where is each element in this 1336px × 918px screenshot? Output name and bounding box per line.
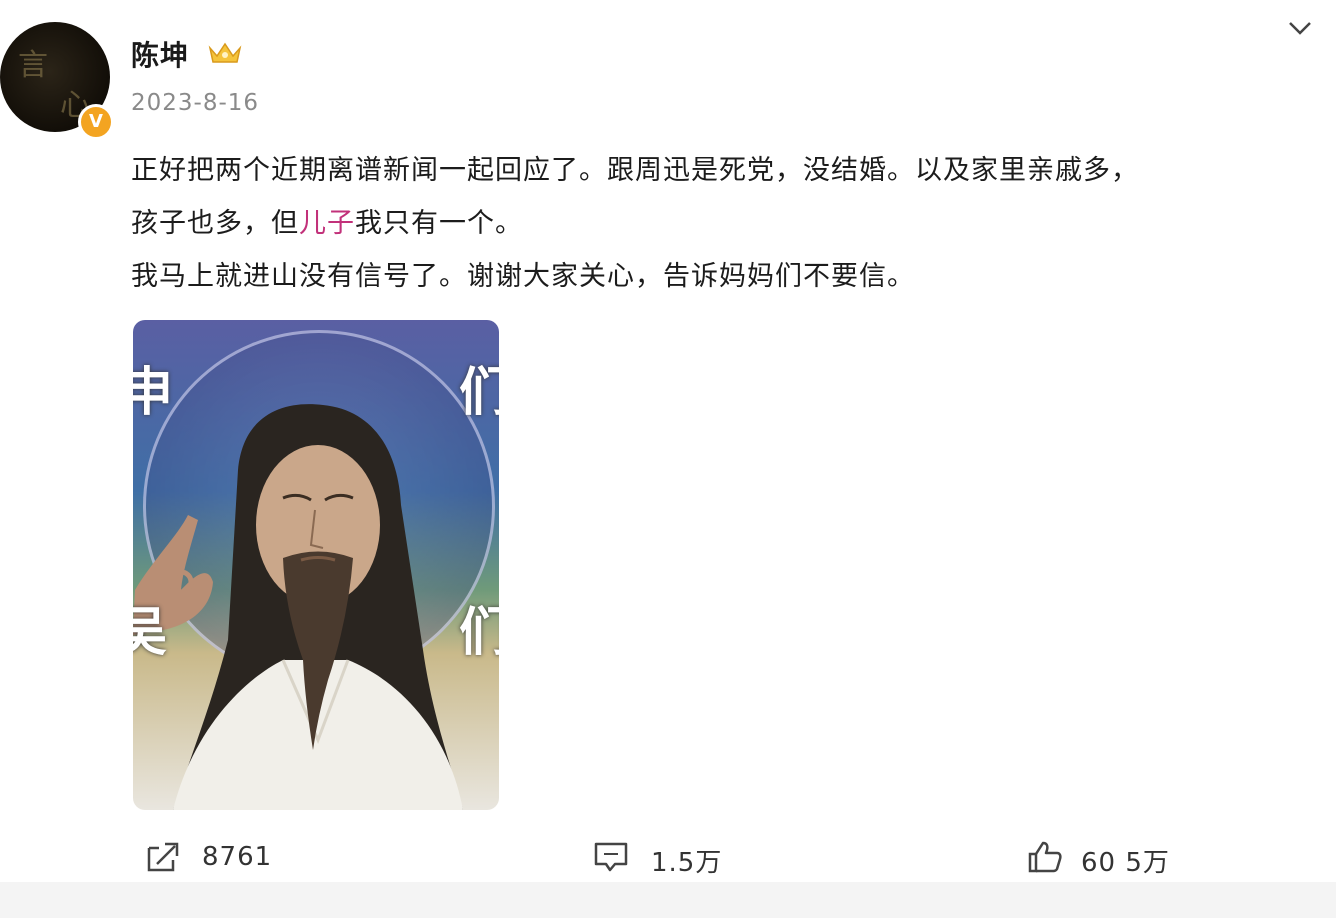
repost-count: 8761 (202, 842, 273, 872)
bottom-divider (0, 882, 1336, 918)
image-text-left-top: 申 (133, 363, 174, 423)
weibo-post-card: 言 心 V 陈坤 2023-8-16 正好把两个近期离谱新闻一起回应了。跟周迅是… (0, 0, 1336, 918)
like-button[interactable]: 60 5万 (1027, 838, 1197, 878)
verified-badge-icon: V (78, 104, 114, 140)
crown-icon (208, 42, 242, 63)
post-image[interactable]: 申 吴 们 们 (133, 320, 499, 810)
post-line-1: 正好把两个近期离谱新闻一起回应了。跟周迅是死党，没结婚。以及家里亲戚多， (131, 155, 1139, 186)
comment-button[interactable]: 1.5万 (593, 838, 763, 878)
comment-count: 1.5万 (651, 848, 723, 878)
author-name[interactable]: 陈坤 (131, 34, 189, 74)
repost-button[interactable]: 8761 (145, 838, 305, 878)
image-text-right-top: 们 (459, 363, 499, 423)
repost-icon (147, 842, 179, 872)
chevron-down-icon[interactable] (1287, 18, 1313, 38)
post-text: 正好把两个近期离谱新闻一起回应了。跟周迅是死党，没结婚。以及家里亲戚多， 孩子也… (131, 144, 1311, 303)
image-text-right-bottom: 们 (459, 603, 499, 663)
post-line-2: 孩子也多，但儿子我只有一个。 (131, 208, 523, 239)
post-date[interactable]: 2023-8-16 (131, 90, 259, 116)
mention-link[interactable]: 儿子 (299, 208, 355, 239)
comment-icon (594, 842, 628, 872)
like-count: 60 5万 (1081, 848, 1170, 878)
post-line-3: 我马上就进山没有信号了。谢谢大家关心，告诉妈妈们不要信。 (131, 261, 915, 292)
thumbs-up-icon (1028, 841, 1062, 873)
image-text-left-bottom: 吴 (133, 603, 168, 663)
action-bar: 8761 1.5万 60 5万 (0, 828, 1336, 888)
avatar-calligraphy: 言 (18, 48, 48, 83)
meditating-figure-illustration (133, 404, 463, 810)
